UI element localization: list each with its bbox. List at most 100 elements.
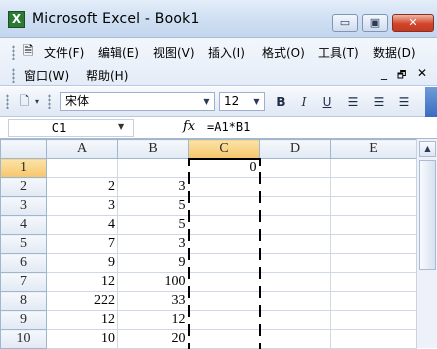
cell-e5[interactable]	[330, 234, 417, 254]
vertical-scrollbar[interactable]: ▲	[416, 139, 437, 348]
formula-input[interactable]: =A1*B1	[207, 120, 250, 134]
toolbar-grip-icon[interactable]	[48, 94, 51, 109]
cell-c1[interactable]: 0	[187, 157, 261, 178]
cell-a8[interactable]: 222	[46, 291, 118, 311]
align-right-icon[interactable]: ☰	[395, 93, 413, 111]
cell-a4[interactable]: 4	[46, 215, 118, 235]
cell-a7[interactable]: 12	[46, 272, 118, 292]
cell-c7[interactable]	[187, 272, 261, 292]
row-header[interactable]: 1	[0, 158, 47, 178]
row-header[interactable]: 7	[0, 272, 47, 292]
bold-button[interactable]: B	[272, 93, 290, 111]
column-header-c[interactable]: C	[188, 139, 260, 159]
cell-e9[interactable]	[330, 310, 417, 330]
restore-button[interactable]: ▣	[362, 14, 388, 32]
cell-b7[interactable]: 100	[117, 272, 189, 292]
function-icon[interactable]: fx	[183, 119, 195, 134]
cell-a1[interactable]	[46, 158, 118, 178]
menu-tools[interactable]: 工具(T)	[318, 44, 359, 61]
cell-b3[interactable]: 5	[117, 196, 189, 216]
chevron-down-icon[interactable]: ▼	[200, 94, 213, 109]
cell-d8[interactable]	[259, 291, 331, 311]
cell-b1[interactable]	[117, 158, 189, 178]
cell-b6[interactable]: 9	[117, 253, 189, 273]
cell-a2[interactable]: 2	[46, 177, 118, 197]
align-center-icon[interactable]: ☰	[370, 93, 388, 111]
cell-a5[interactable]: 7	[46, 234, 118, 254]
column-header-a[interactable]: A	[46, 139, 118, 159]
column-header-b[interactable]: B	[117, 139, 189, 159]
row-header[interactable]: 2	[0, 177, 47, 197]
toolbar-grip-icon[interactable]	[6, 94, 9, 109]
select-all-corner[interactable]	[0, 139, 47, 159]
cell-a10[interactable]: 10	[46, 329, 118, 349]
menu-file[interactable]: 文件(F)	[44, 44, 84, 61]
cell-e7[interactable]	[330, 272, 417, 292]
cell-d10[interactable]	[259, 329, 331, 349]
column-header-e[interactable]: E	[330, 139, 417, 159]
menu-edit[interactable]: 编辑(E)	[98, 44, 139, 61]
cell-a3[interactable]: 3	[46, 196, 118, 216]
scroll-up-icon[interactable]: ▲	[419, 141, 436, 157]
cell-e2[interactable]	[330, 177, 417, 197]
chevron-down-icon[interactable]: ▼	[250, 94, 263, 109]
name-box[interactable]: C1	[8, 119, 134, 137]
doc-minimize-icon[interactable]: _	[381, 66, 387, 80]
cell-e4[interactable]	[330, 215, 417, 235]
cell-b2[interactable]: 3	[117, 177, 189, 197]
menu-grip-icon[interactable]	[12, 68, 15, 83]
cell-d1[interactable]	[259, 158, 331, 178]
close-button[interactable]: ✕	[392, 14, 434, 32]
row-header[interactable]: 5	[0, 234, 47, 254]
row-header[interactable]: 10	[0, 329, 47, 349]
italic-button[interactable]: I	[295, 93, 313, 111]
cell-e6[interactable]	[330, 253, 417, 273]
cell-d3[interactable]	[259, 196, 331, 216]
cell-b9[interactable]: 12	[117, 310, 189, 330]
font-size-select[interactable]: 12 ▼	[219, 92, 265, 111]
cell-d7[interactable]	[259, 272, 331, 292]
cell-c5[interactable]	[187, 234, 261, 254]
cell-e3[interactable]	[330, 196, 417, 216]
menu-view[interactable]: 视图(V)	[153, 44, 195, 61]
cell-b10[interactable]: 20	[117, 329, 189, 349]
column-header-d[interactable]: D	[259, 139, 331, 159]
underline-button[interactable]: U	[318, 93, 336, 111]
menu-insert[interactable]: 插入(I)	[208, 44, 245, 61]
row-header[interactable]: 6	[0, 253, 47, 273]
cell-b8[interactable]: 33	[117, 291, 189, 311]
cell-c10[interactable]	[187, 329, 261, 349]
excel-app-icon[interactable]: X	[8, 11, 25, 28]
align-left-icon[interactable]: ☰	[344, 93, 362, 111]
row-header[interactable]: 4	[0, 215, 47, 235]
cell-c8[interactable]	[187, 291, 261, 311]
menu-help[interactable]: 帮助(H)	[86, 67, 128, 84]
cell-c4[interactable]	[187, 215, 261, 235]
cell-a9[interactable]: 12	[46, 310, 118, 330]
excel-doc-icon[interactable]: 🗎	[23, 42, 33, 64]
cell-b5[interactable]: 3	[117, 234, 189, 254]
menu-format[interactable]: 格式(O)	[262, 44, 305, 61]
cell-b4[interactable]: 5	[117, 215, 189, 235]
cell-d5[interactable]	[259, 234, 331, 254]
toolbar-overflow-icon[interactable]: ▾	[33, 93, 41, 110]
doc-close-icon[interactable]: ✕	[417, 66, 427, 80]
row-header[interactable]: 9	[0, 310, 47, 330]
row-header[interactable]: 8	[0, 291, 47, 311]
scroll-thumb[interactable]	[419, 160, 436, 270]
cell-e1[interactable]	[330, 158, 417, 178]
cell-a6[interactable]: 9	[46, 253, 118, 273]
cell-e10[interactable]	[330, 329, 417, 349]
cell-d6[interactable]	[259, 253, 331, 273]
cell-d4[interactable]	[259, 215, 331, 235]
row-header[interactable]: 3	[0, 196, 47, 216]
doc-restore-icon[interactable]: 🗗	[397, 68, 406, 85]
cell-c2[interactable]	[187, 177, 261, 197]
cell-d9[interactable]	[259, 310, 331, 330]
new-document-icon[interactable]: 🗋	[16, 93, 33, 110]
cell-c9[interactable]	[187, 310, 261, 330]
menu-data[interactable]: 数据(D)	[373, 44, 416, 61]
cell-e8[interactable]	[330, 291, 417, 311]
chevron-down-icon[interactable]: ▼	[118, 122, 124, 131]
cell-c6[interactable]	[187, 253, 261, 273]
